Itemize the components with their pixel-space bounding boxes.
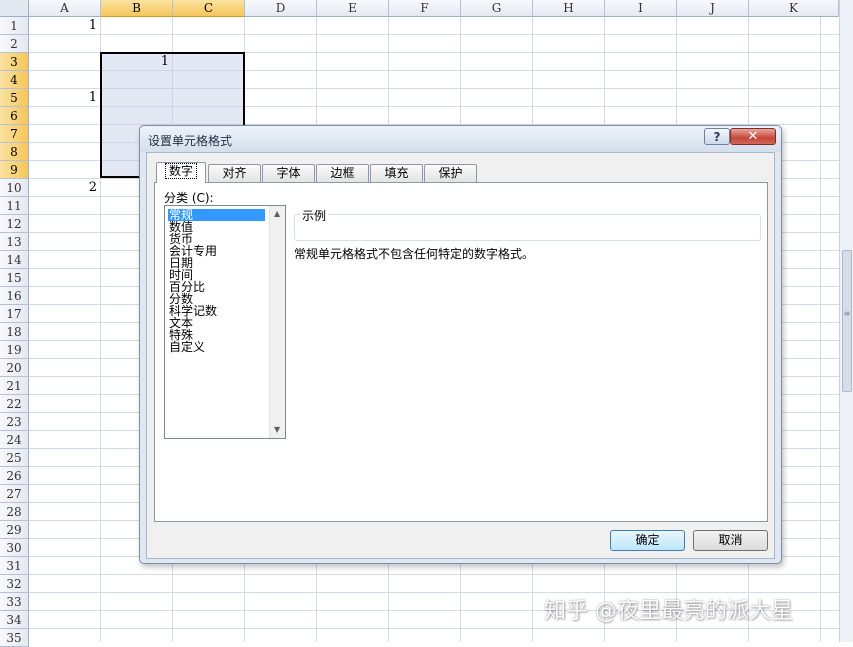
column-header-j[interactable]: J bbox=[677, 0, 749, 17]
close-button[interactable]: ✕ bbox=[730, 128, 776, 145]
gridline bbox=[820, 17, 821, 642]
tab-number[interactable]: 数字 bbox=[156, 162, 206, 183]
row-header[interactable]: 2 bbox=[0, 35, 29, 53]
listbox-scrollbar[interactable]: ▲ ▼ bbox=[269, 206, 285, 438]
row-header[interactable]: 19 bbox=[0, 341, 29, 359]
gridline bbox=[29, 628, 839, 629]
row-header[interactable]: 20 bbox=[0, 359, 29, 377]
format-cells-dialog: 设置单元格格式 ? ✕ 数字 对齐 字体 边框 填充 保护 分类 (C): 常规… bbox=[139, 125, 782, 564]
row-header[interactable]: 1 bbox=[0, 17, 29, 35]
row-header[interactable]: 24 bbox=[0, 431, 29, 449]
row-header[interactable]: 25 bbox=[0, 449, 29, 467]
dialog-body: 数字 对齐 字体 边框 填充 保护 分类 (C): 常规 数值 货币 会计专用 … bbox=[146, 152, 775, 559]
row-header[interactable]: 22 bbox=[0, 395, 29, 413]
column-header-e[interactable]: E bbox=[317, 0, 389, 17]
select-all-corner[interactable] bbox=[0, 0, 29, 17]
help-button[interactable]: ? bbox=[704, 128, 730, 145]
row-header[interactable]: 12 bbox=[0, 215, 29, 233]
category-listbox[interactable]: 常规 数值 货币 会计专用 日期 时间 百分比 分数 科学记数 文本 特殊 自定… bbox=[164, 205, 286, 439]
ok-button[interactable]: 确定 bbox=[610, 530, 685, 551]
tab-protection[interactable]: 保护 bbox=[424, 164, 477, 182]
cancel-button[interactable]: 取消 bbox=[693, 530, 768, 551]
row-header[interactable]: 30 bbox=[0, 539, 29, 557]
gridline bbox=[29, 34, 839, 35]
row-header[interactable]: 34 bbox=[0, 611, 29, 629]
sample-box bbox=[294, 214, 761, 241]
dialog-title: 设置单元格格式 bbox=[148, 134, 233, 148]
tab-alignment[interactable]: 对齐 bbox=[208, 164, 261, 182]
tab-fill[interactable]: 填充 bbox=[370, 164, 423, 182]
column-header-a[interactable]: A bbox=[29, 0, 101, 17]
row-header[interactable]: 11 bbox=[0, 197, 29, 215]
row-header[interactable]: 14 bbox=[0, 251, 29, 269]
row-header[interactable]: 33 bbox=[0, 593, 29, 611]
row-header[interactable]: 10 bbox=[0, 179, 29, 197]
tab-label: 数字 bbox=[164, 163, 197, 179]
row-header[interactable]: 9 bbox=[0, 161, 29, 179]
watermark: 知乎 @夜里最亮的派大星 bbox=[544, 599, 793, 624]
format-description: 常规单元格格式不包含任何特定的数字格式。 bbox=[294, 247, 535, 261]
row-header[interactable]: 29 bbox=[0, 521, 29, 539]
row-header[interactable]: 28 bbox=[0, 503, 29, 521]
tab-font[interactable]: 字体 bbox=[262, 164, 315, 182]
column-header-c[interactable]: C bbox=[173, 0, 245, 17]
category-custom[interactable]: 自定义 bbox=[168, 341, 206, 353]
column-header-i[interactable]: I bbox=[605, 0, 677, 17]
column-header-b[interactable]: B bbox=[101, 0, 173, 17]
row-header[interactable]: 23 bbox=[0, 413, 29, 431]
column-header-g[interactable]: G bbox=[461, 0, 533, 17]
column-header-d[interactable]: D bbox=[245, 0, 317, 17]
scroll-up-icon[interactable]: ▲ bbox=[274, 209, 280, 218]
row-header[interactable]: 18 bbox=[0, 323, 29, 341]
row-header[interactable]: 16 bbox=[0, 287, 29, 305]
row-header[interactable]: 15 bbox=[0, 269, 29, 287]
column-header-k[interactable]: K bbox=[749, 0, 839, 17]
row-header[interactable]: 7 bbox=[0, 125, 29, 143]
cell-a1[interactable]: 1 bbox=[29, 17, 101, 35]
cell-b3[interactable]: 1 bbox=[101, 53, 173, 71]
row-header[interactable]: 6 bbox=[0, 107, 29, 125]
row-header[interactable]: 5 bbox=[0, 89, 29, 107]
grip-icon: ≡ bbox=[843, 309, 851, 318]
row-header[interactable]: 8 bbox=[0, 143, 29, 161]
gridline bbox=[29, 574, 839, 575]
row-header[interactable]: 17 bbox=[0, 305, 29, 323]
category-label: 分类 (C): bbox=[164, 191, 214, 205]
scroll-down-icon[interactable]: ▼ bbox=[274, 425, 280, 434]
cell-a5[interactable]: 1 bbox=[29, 89, 101, 107]
row-header[interactable]: 26 bbox=[0, 467, 29, 485]
row-header[interactable]: 31 bbox=[0, 557, 29, 575]
tab-border[interactable]: 边框 bbox=[316, 164, 369, 182]
dialog-titlebar[interactable]: 设置单元格格式 ? ✕ bbox=[140, 126, 781, 152]
row-header[interactable]: 32 bbox=[0, 575, 29, 593]
row-header[interactable]: 13 bbox=[0, 233, 29, 251]
cell-a10[interactable]: 2 bbox=[29, 179, 101, 197]
row-header[interactable]: 27 bbox=[0, 485, 29, 503]
column-header-h[interactable]: H bbox=[533, 0, 605, 17]
number-tab-panel: 分类 (C): 常规 数值 货币 会计专用 日期 时间 百分比 分数 科学记数 … bbox=[154, 182, 768, 522]
row-header[interactable]: 21 bbox=[0, 377, 29, 395]
row-header[interactable]: 4 bbox=[0, 71, 29, 89]
row-header[interactable]: 3 bbox=[0, 53, 29, 71]
scrollbar-thumb[interactable] bbox=[842, 250, 852, 392]
column-header-f[interactable]: F bbox=[389, 0, 461, 17]
row-header[interactable]: 35 bbox=[0, 629, 29, 647]
sample-label: 示例 bbox=[300, 207, 329, 224]
